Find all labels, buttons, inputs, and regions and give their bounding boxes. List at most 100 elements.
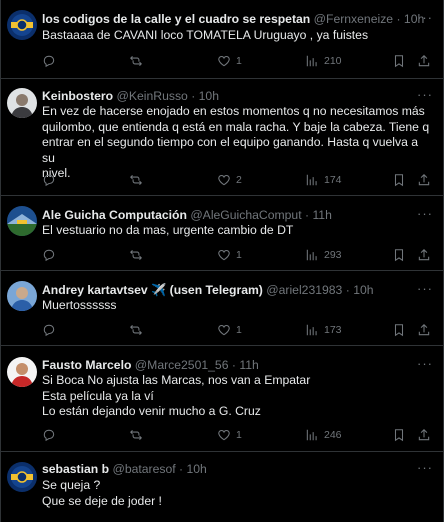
action-bar: 2 174 bbox=[42, 172, 434, 188]
bookmark-icon bbox=[394, 429, 404, 442]
share-icon bbox=[418, 55, 430, 67]
tweet[interactable]: Ale Guicha Computación @AleGuichaComput … bbox=[1, 196, 443, 271]
author-name[interactable]: sebastian b bbox=[42, 462, 109, 476]
reply-button[interactable] bbox=[42, 427, 61, 443]
tweet[interactable]: Fausto Marcelo @Marce2501_56 · 11h ··· S… bbox=[1, 346, 443, 452]
share-button[interactable] bbox=[417, 53, 431, 69]
views-icon bbox=[306, 249, 317, 261]
more-icon[interactable]: ··· bbox=[417, 87, 433, 103]
share-icon bbox=[418, 429, 430, 441]
tweet[interactable]: Keinbostero @KeinRusso · 10h ··· En vez … bbox=[1, 79, 443, 196]
like-icon bbox=[218, 430, 230, 441]
tweet-header: Keinbostero @KeinRusso · 10h bbox=[42, 88, 439, 104]
more-icon[interactable]: ··· bbox=[417, 10, 433, 26]
share-button[interactable] bbox=[417, 322, 431, 338]
like-icon bbox=[218, 175, 230, 186]
separator-dot: · bbox=[396, 12, 401, 26]
tweet-line: El vestuario no da mas, urgente cambio d… bbox=[42, 223, 294, 237]
timestamp[interactable]: 11h bbox=[312, 208, 331, 222]
tweet-text: Si Boca No ajusta las Marcas, nos van a … bbox=[42, 373, 434, 420]
tweet[interactable]: Andrey kartavtsev ✈️ (usen Telegram) @ar… bbox=[1, 271, 443, 346]
tweet-line: entrar en el segundo tiempo con el equip… bbox=[42, 135, 419, 165]
share-button[interactable] bbox=[417, 172, 431, 188]
views-button[interactable]: 246 bbox=[305, 427, 342, 443]
separator-dot: · bbox=[345, 283, 350, 297]
like-icon bbox=[218, 325, 230, 336]
reply-button[interactable] bbox=[42, 247, 61, 263]
share-button[interactable] bbox=[417, 427, 431, 443]
more-icon[interactable]: ··· bbox=[417, 460, 433, 476]
avatar[interactable] bbox=[7, 206, 37, 236]
reply-icon bbox=[43, 174, 55, 187]
author-name[interactable]: Andrey kartavtsev ✈️ (usen Telegram) bbox=[42, 283, 263, 297]
bookmark-button[interactable] bbox=[392, 172, 406, 188]
views-button[interactable]: 173 bbox=[305, 322, 342, 338]
views-button[interactable]: 210 bbox=[305, 53, 342, 69]
retweet-button[interactable] bbox=[129, 322, 148, 338]
author-name[interactable]: Fausto Marcelo bbox=[42, 358, 131, 372]
like-button[interactable]: 1 bbox=[217, 53, 242, 69]
like-icon bbox=[218, 56, 230, 67]
tweet[interactable]: los codigos de la calle y el cuadro se r… bbox=[1, 0, 443, 79]
reply-button[interactable] bbox=[42, 172, 61, 188]
tweet-text: Muertossssss bbox=[42, 298, 434, 314]
bookmark-button[interactable] bbox=[392, 322, 406, 338]
retweet-icon bbox=[130, 429, 142, 441]
author-handle[interactable]: @ariel231983 bbox=[266, 283, 342, 297]
more-icon[interactable]: ··· bbox=[417, 206, 433, 222]
views-button[interactable]: 293 bbox=[305, 247, 342, 263]
share-button[interactable] bbox=[417, 247, 431, 263]
bookmark-icon bbox=[394, 174, 404, 187]
retweet-button[interactable] bbox=[129, 53, 148, 69]
avatar[interactable] bbox=[7, 281, 37, 311]
author-name[interactable]: los codigos de la calle y el cuadro se r… bbox=[42, 12, 310, 26]
tweet[interactable]: sebastian b @bataresof · 10h ··· Se quej… bbox=[1, 452, 443, 522]
reply-button[interactable] bbox=[42, 53, 61, 69]
like-button[interactable]: 1 bbox=[217, 322, 242, 338]
reply-feed: los codigos de la calle y el cuadro se r… bbox=[0, 0, 444, 522]
reply-button[interactable] bbox=[42, 322, 61, 338]
view-count: 246 bbox=[324, 429, 342, 441]
bookmark-button[interactable] bbox=[392, 247, 406, 263]
avatar[interactable] bbox=[7, 357, 37, 387]
like-button[interactable]: 1 bbox=[217, 247, 242, 263]
separator-dot: · bbox=[304, 208, 310, 222]
retweet-button[interactable] bbox=[129, 172, 148, 188]
bookmark-button[interactable] bbox=[392, 427, 406, 443]
retweet-button[interactable] bbox=[129, 247, 148, 263]
timestamp[interactable]: 10h bbox=[186, 462, 206, 476]
share-icon bbox=[418, 324, 430, 336]
like-button[interactable]: 1 bbox=[217, 427, 242, 443]
bookmark-button[interactable] bbox=[392, 53, 406, 69]
like-count: 1 bbox=[236, 249, 242, 261]
more-icon[interactable]: ··· bbox=[417, 281, 433, 297]
view-count: 210 bbox=[324, 55, 342, 67]
like-button[interactable]: 2 bbox=[217, 172, 242, 188]
more-icon[interactable]: ··· bbox=[417, 356, 433, 372]
avatar[interactable] bbox=[7, 10, 37, 40]
like-count: 2 bbox=[236, 174, 242, 186]
timestamp[interactable]: 10h bbox=[199, 89, 219, 103]
action-bar: 1 210 bbox=[42, 53, 434, 69]
tweet-line: Esta película ya la ví bbox=[42, 388, 154, 403]
views-button[interactable]: 174 bbox=[305, 172, 342, 188]
action-bar: 1 246 bbox=[42, 427, 434, 443]
author-handle[interactable]: @AleGuichaComput bbox=[190, 208, 301, 222]
tweet-header: Andrey kartavtsev ✈️ (usen Telegram) @ar… bbox=[42, 282, 439, 298]
author-handle[interactable]: @Fernxeneize bbox=[314, 12, 393, 26]
timestamp[interactable]: 11h bbox=[239, 358, 258, 372]
timestamp[interactable]: 10h bbox=[353, 283, 373, 297]
author-name[interactable]: Keinbostero bbox=[42, 89, 113, 103]
author-name[interactable]: Ale Guicha Computación bbox=[42, 208, 187, 222]
avatar[interactable] bbox=[7, 462, 37, 492]
retweet-button[interactable] bbox=[129, 427, 148, 443]
tweet-line: En vez de hacerse enojado en estos momen… bbox=[42, 104, 425, 118]
author-handle[interactable]: @bataresof bbox=[112, 462, 175, 476]
like-count: 1 bbox=[236, 429, 242, 441]
tweet-text: Se queja ? Que se deje de joder ! bbox=[42, 478, 434, 509]
author-handle[interactable]: @KeinRusso bbox=[117, 89, 188, 103]
avatar[interactable] bbox=[7, 88, 37, 118]
separator-dot: · bbox=[231, 358, 236, 372]
reply-icon bbox=[43, 249, 55, 262]
author-handle[interactable]: @Marce2501_56 bbox=[135, 358, 229, 372]
